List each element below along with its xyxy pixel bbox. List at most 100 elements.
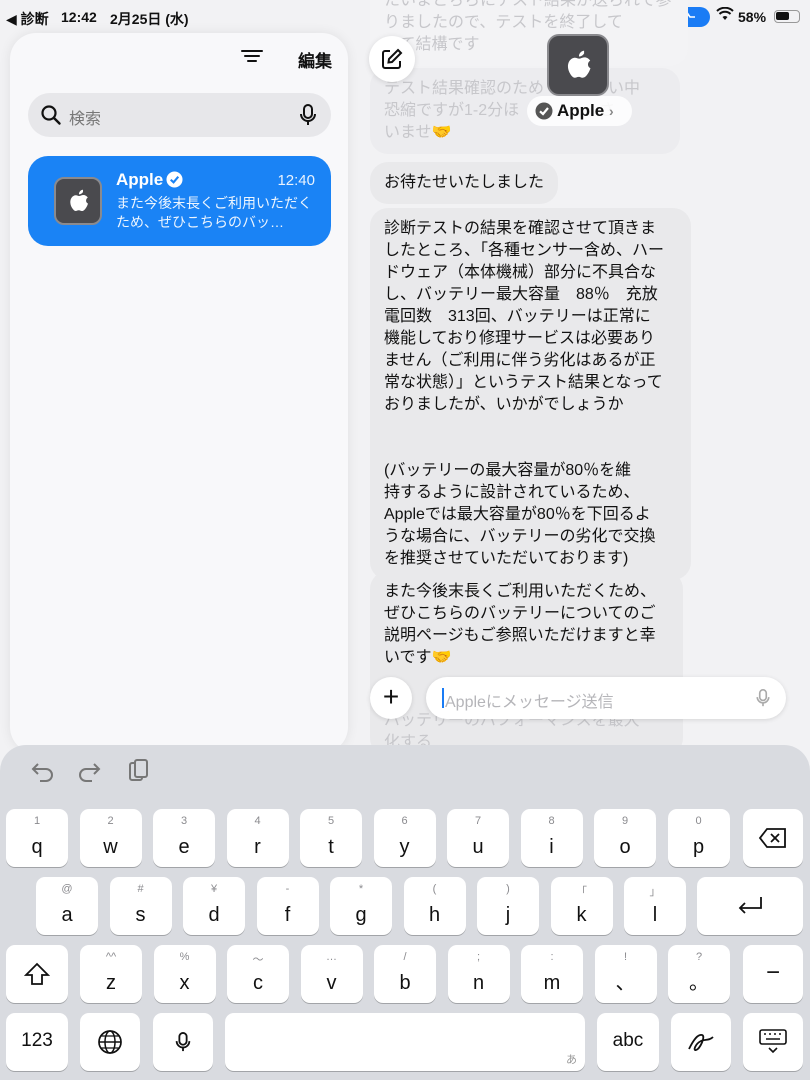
key-secondary-label: ¥ bbox=[210, 883, 218, 895]
key-secondary-label: : bbox=[550, 951, 554, 963]
key-f[interactable]: -f bbox=[256, 877, 319, 935]
key-secondary-label: ; bbox=[476, 951, 481, 963]
abc-key[interactable]: abc bbox=[597, 1013, 659, 1071]
key-secondary-label: / bbox=[403, 951, 407, 963]
undo-icon[interactable] bbox=[28, 757, 56, 785]
conversation-time: 12:40 bbox=[277, 172, 315, 189]
back-to-app-link[interactable]: ◀ 診断 bbox=[6, 9, 49, 29]
key-a[interactable]: @ a bbox=[36, 877, 98, 935]
key-k[interactable]: 「k bbox=[550, 877, 613, 935]
dash-key[interactable]: − bbox=[743, 945, 803, 1003]
key-u[interactable]: 7u bbox=[447, 809, 509, 867]
paste-icon[interactable] bbox=[124, 757, 152, 785]
return-icon bbox=[738, 897, 762, 914]
key-primary-label: 、 bbox=[615, 972, 636, 994]
key-d[interactable]: ¥ d bbox=[183, 877, 245, 935]
key-m[interactable]: :m bbox=[521, 945, 583, 1003]
text-caret bbox=[442, 688, 444, 708]
key-secondary-label: 3 bbox=[180, 815, 188, 827]
delete-key[interactable] bbox=[743, 809, 803, 867]
search-field[interactable]: 検索 bbox=[28, 93, 331, 137]
conversation-sidebar: 編集 検索 Apple 12:40 また今後末長くご利用いただくため、ぜひこちら… bbox=[10, 33, 348, 753]
key-b[interactable]: / b bbox=[374, 945, 436, 1003]
key-primary-label: w bbox=[103, 836, 118, 858]
key-n[interactable]: ; n bbox=[447, 945, 510, 1003]
status-time: 12:42 bbox=[61, 9, 97, 25]
contact-avatar bbox=[547, 34, 609, 96]
handwriting-icon bbox=[688, 1034, 714, 1051]
key-y[interactable]: 6y bbox=[373, 809, 436, 867]
key-g[interactable]: * g bbox=[330, 877, 392, 935]
compose-icon bbox=[382, 48, 403, 69]
key-v[interactable]: … v bbox=[300, 945, 363, 1003]
key-r[interactable]: 4r bbox=[226, 809, 289, 867]
conversation-name: Apple bbox=[116, 170, 164, 189]
chat-transcript[interactable]: たいまとちらにテスト結果が送られて参りましたので、テストを終了して いて結構です… bbox=[355, 0, 810, 752]
key-h[interactable]: (h bbox=[403, 877, 466, 935]
key-q[interactable]: 1q bbox=[6, 809, 68, 867]
key-t[interactable]: 5t bbox=[300, 809, 362, 867]
key-z[interactable]: ^^ z bbox=[80, 945, 142, 1003]
key-c[interactable]: 〜 c bbox=[227, 945, 289, 1003]
key-secondary-label: % bbox=[179, 951, 190, 963]
key-primary-label: r bbox=[254, 836, 261, 858]
key-primary-label: o bbox=[619, 836, 631, 858]
microphone-icon[interactable] bbox=[754, 687, 772, 709]
message-input-placeholder: Appleにメッセージ送信 bbox=[445, 694, 614, 711]
add-attachment-button[interactable]: + bbox=[370, 677, 412, 719]
software-keyboard: 1q2w3e4r5t6y7u8i9o0p @ a # s ¥ d - f * g(h) j 「k」 l … bbox=[0, 745, 810, 1080]
key-primary-label: f bbox=[284, 904, 291, 926]
key-o[interactable]: 9o bbox=[594, 809, 656, 867]
space-key[interactable]: あ bbox=[225, 1013, 585, 1071]
search-placeholder: 検索 bbox=[69, 111, 102, 128]
shift-key[interactable] bbox=[6, 945, 68, 1003]
key-secondary-label: - bbox=[285, 883, 290, 895]
key-secondary-label: ! bbox=[623, 951, 628, 963]
key-w[interactable]: 2w bbox=[79, 809, 142, 867]
edit-button[interactable]: 編集 bbox=[298, 47, 332, 72]
conversation-item-apple[interactable]: Apple 12:40 また今後末長くご利用いただくため、ぜひこちらのバッ… bbox=[28, 156, 331, 246]
numbers-key[interactable]: 123 bbox=[6, 1013, 68, 1071]
microphone-icon bbox=[175, 1032, 191, 1052]
filter-icon[interactable] bbox=[240, 47, 264, 67]
key-s[interactable]: # s bbox=[109, 877, 172, 935]
key-primary-label: u bbox=[472, 836, 484, 858]
globe-key[interactable] bbox=[80, 1013, 140, 1071]
compose-button[interactable] bbox=[369, 36, 415, 82]
key-primary-label: e bbox=[178, 836, 190, 858]
key-secondary-label: 6 bbox=[401, 815, 408, 827]
contact-name-pill[interactable]: Apple › bbox=[527, 96, 632, 126]
return-key[interactable] bbox=[697, 877, 803, 935]
key-。[interactable]: ?。 bbox=[668, 945, 730, 1003]
key-e[interactable]: 3e bbox=[153, 809, 215, 867]
key-primary-label: c bbox=[253, 972, 263, 994]
key-primary-label: d bbox=[208, 904, 220, 926]
message-input[interactable]: Appleにメッセージ送信 bbox=[426, 677, 786, 719]
conversation-preview: また今後末長くご利用いただくため、ぜひこちらのバッ… bbox=[116, 195, 312, 230]
key-p[interactable]: 0p bbox=[667, 809, 730, 867]
key-l[interactable]: 」 l bbox=[624, 877, 686, 935]
key-、[interactable]: !、 bbox=[594, 945, 657, 1003]
microphone-icon[interactable] bbox=[297, 103, 319, 127]
key-secondary-label: 1 bbox=[33, 815, 41, 827]
dismiss-keyboard-key[interactable] bbox=[743, 1013, 803, 1071]
key-secondary-label: 「 bbox=[576, 886, 587, 898]
key-secondary-label: * bbox=[358, 883, 364, 895]
dictation-key[interactable] bbox=[153, 1013, 213, 1071]
handwriting-key[interactable] bbox=[671, 1013, 731, 1071]
key-x[interactable]: % x bbox=[153, 945, 216, 1003]
key-primary-label: n bbox=[472, 972, 485, 994]
key-primary-label: s bbox=[135, 904, 146, 926]
redo-icon[interactable] bbox=[76, 757, 104, 785]
key-secondary-label: @ bbox=[61, 883, 73, 895]
keyboard-dismiss-icon bbox=[759, 1029, 787, 1054]
key-j[interactable]: ) j bbox=[477, 877, 539, 935]
globe-icon bbox=[98, 1030, 122, 1054]
key-i[interactable]: 8i bbox=[520, 809, 583, 867]
key-primary-label: v bbox=[326, 972, 337, 994]
key-primary-label: x bbox=[179, 972, 190, 994]
key-primary-label: b bbox=[399, 972, 411, 994]
key-primary-label: j bbox=[505, 904, 511, 926]
key-primary-label: t bbox=[328, 836, 334, 858]
message-bubble: 診断テストの結果を確認させて頂きま したところ、「各種センサー含め、ハー ドウェ… bbox=[370, 208, 691, 580]
